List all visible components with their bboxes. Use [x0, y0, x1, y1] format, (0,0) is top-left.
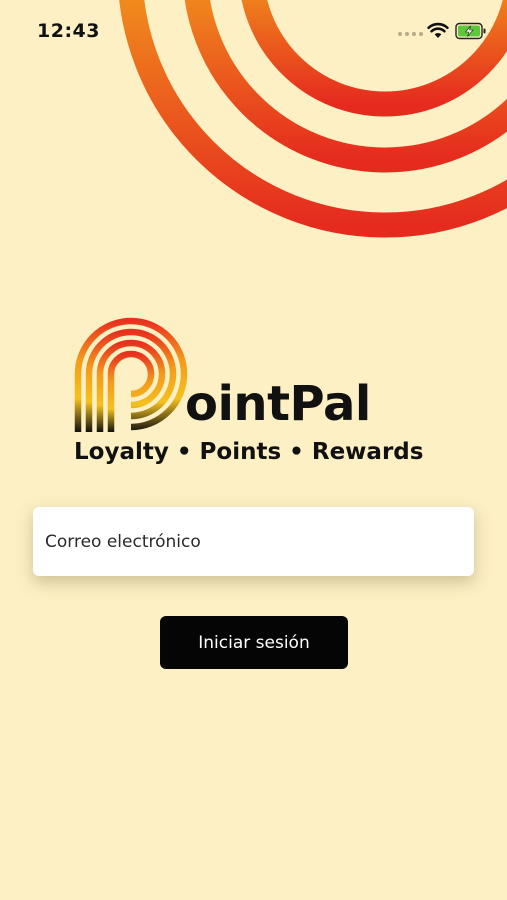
- status-time: 12:43: [37, 20, 100, 42]
- status-bar: 12:43: [0, 0, 507, 62]
- login-screen: 12:43 ointPal Loyalty • Points • Rewards…: [0, 0, 507, 900]
- pointpal-p-logo-icon: [74, 317, 188, 432]
- email-field[interactable]: [33, 507, 474, 576]
- battery-charging-icon: [455, 22, 486, 40]
- wifi-icon: [427, 22, 449, 38]
- email-input[interactable]: [33, 507, 474, 576]
- login-button[interactable]: Iniciar sesión: [160, 616, 348, 669]
- signal-dots-icon: [398, 32, 423, 36]
- logo-wordmark: ointPal: [185, 376, 371, 432]
- logo-tagline: Loyalty • Points • Rewards: [74, 439, 424, 465]
- pointpal-logo: ointPal Loyalty • Points • Rewards: [72, 316, 442, 476]
